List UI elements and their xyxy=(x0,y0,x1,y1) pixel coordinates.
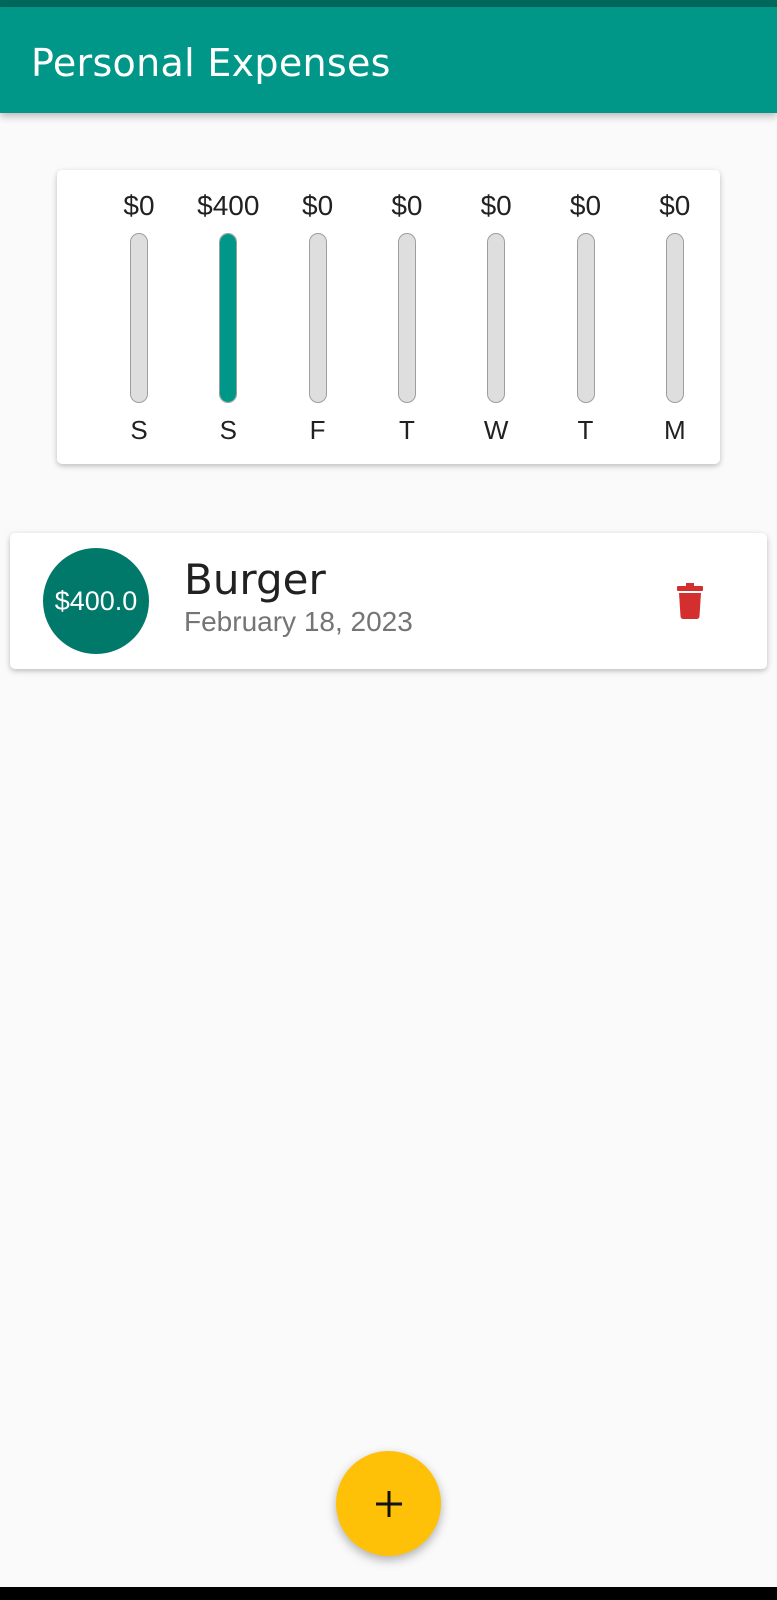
chart-value-label: $0 xyxy=(123,190,155,221)
chart-bar-track xyxy=(308,233,327,403)
chart-bar-track xyxy=(219,233,238,403)
add-expense-button[interactable] xyxy=(336,1451,441,1556)
plus-icon xyxy=(375,1490,402,1517)
chart-bar-column: $0 T xyxy=(367,170,447,464)
transaction-title: Burger xyxy=(184,555,326,604)
chart-bar-column: $0 S xyxy=(99,170,179,464)
transaction-card: $400.0 Burger February 18, 2023 xyxy=(10,533,767,669)
delete-button[interactable] xyxy=(666,575,714,627)
chart-bar xyxy=(220,234,237,402)
chart-bar-column: $0 W xyxy=(456,170,536,464)
chart-bar-column: $0 M xyxy=(635,170,715,464)
chart-bar-column: $0 F xyxy=(278,170,358,464)
chart-day-label: T xyxy=(577,415,594,445)
chart-value-label: $0 xyxy=(569,190,602,221)
navigation-bar xyxy=(0,1587,777,1600)
trash-icon xyxy=(677,583,703,619)
chart-bar-column: $0 T xyxy=(546,170,626,464)
chart-day-label: S xyxy=(130,415,148,445)
amount-text: $400.0 xyxy=(54,585,138,616)
chart-value-label: $0 xyxy=(391,190,423,221)
chart-value-label: $0 xyxy=(659,190,691,221)
chart-day-label: F xyxy=(309,415,326,445)
chart-day-label: W xyxy=(483,415,509,445)
chart-value-label: $0 xyxy=(480,190,512,221)
chart-bar-column: $400 S xyxy=(188,170,268,464)
chart-bar-track xyxy=(487,233,506,403)
status-bar xyxy=(0,0,777,7)
amount-avatar: $400.0 xyxy=(43,548,149,654)
transaction-date: February 18, 2023 xyxy=(184,606,413,637)
weekly-chart-card: $0 S $400 S $0 F $0 T $0 W $0 T $0 M xyxy=(57,170,720,464)
app-title: Personal Expenses xyxy=(31,41,391,85)
chart-day-label: S xyxy=(219,415,237,445)
chart-bar-track xyxy=(130,233,148,403)
chart-bar-track xyxy=(397,233,416,403)
chart-bar-track xyxy=(665,233,684,403)
chart-day-label: M xyxy=(663,415,686,445)
chart-value-label: $400 xyxy=(197,190,260,221)
chart-day-label: T xyxy=(398,415,415,445)
chart-bar-track xyxy=(576,233,595,403)
chart-value-label: $0 xyxy=(302,190,334,221)
app-bar: Personal Expenses xyxy=(0,7,777,113)
